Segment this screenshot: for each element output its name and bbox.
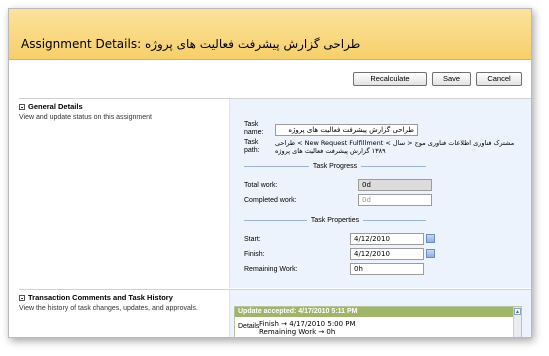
history-line: Remaining Work → 0h [259,328,336,336]
history-entry: Details Finish → 4/17/2010 5:00 PM Remai… [235,317,521,336]
finish-date-input[interactable]: 4/12/2010 [350,248,424,260]
history-entry-header: Update accepted: 4/17/2010 5:11 PM [235,307,521,317]
task-path-value: طراحی < New Request Fulfillment < مشترک … [275,139,515,155]
recalculate-button[interactable]: Recalculate [353,72,427,86]
start-calendar-icon[interactable] [426,234,435,243]
total-work-field: 0d [358,179,432,191]
title-bar: Assignment Details: طراحی گزارش پیشرفت ف… [9,9,531,60]
scroll-up-icon[interactable]: ▲ [514,308,521,315]
task-progress-title: Task Progress [312,163,358,170]
task-name-label: Task name: [244,121,264,136]
save-button[interactable]: Save [432,72,471,86]
completed-work-label: Completed work: [244,197,297,204]
completed-work-field[interactable]: 0d [358,194,432,206]
remaining-work-input[interactable]: 0h [350,263,424,275]
section-description: View the history of task changes, update… [19,305,198,312]
start-date-input[interactable]: 4/12/2010 [350,233,424,245]
task-progress-group: Task Progress [244,163,427,170]
total-work-label: Total work: [244,182,278,189]
task-path-label: Task path: [244,139,260,154]
history-list: Update accepted: 4/17/2010 5:11 PM Detai… [234,306,522,337]
remaining-work-label: Remaining Work: [244,266,298,273]
cancel-button[interactable]: Cancel [476,72,522,86]
general-details-section: General Details View and update status o… [19,98,531,288]
general-details-header: General Details View and update status o… [19,99,219,288]
history-line: Finish → 4/17/2010 5:00 PM [259,320,356,328]
history-scrollbar[interactable]: ▲ [513,307,521,337]
toolbar: Recalculate Save Cancel [353,72,522,86]
task-properties-title: Task Properties [310,217,360,224]
section-title: Transaction Comments and Task History [28,293,173,302]
task-name-input[interactable]: طراحی گزارش پیشرفت فعالیت های پروژه [275,124,418,136]
collapse-icon[interactable] [19,103,25,110]
assignment-details-window: Assignment Details: طراحی گزارش پیشرفت ف… [8,8,532,338]
finish-calendar-icon[interactable] [426,249,435,258]
section-description: View and update status on this assignmen… [19,114,152,121]
history-section: Transaction Comments and Task History Vi… [19,289,531,337]
page-title: Assignment Details: طراحی گزارش پیشرفت ف… [21,37,361,51]
finish-label: Finish: [244,251,265,258]
section-title: General Details [28,102,83,111]
collapse-icon[interactable] [19,294,25,301]
general-details-panel: Task name: طراحی گزارش پیشرفت فعالیت های… [229,99,531,288]
details-label: Details [238,323,260,330]
history-panel: Update accepted: 4/17/2010 5:11 PM Detai… [229,290,531,337]
history-header: Transaction Comments and Task History Vi… [19,290,219,337]
start-label: Start: [244,236,261,243]
task-properties-group: Task Properties [244,217,426,224]
